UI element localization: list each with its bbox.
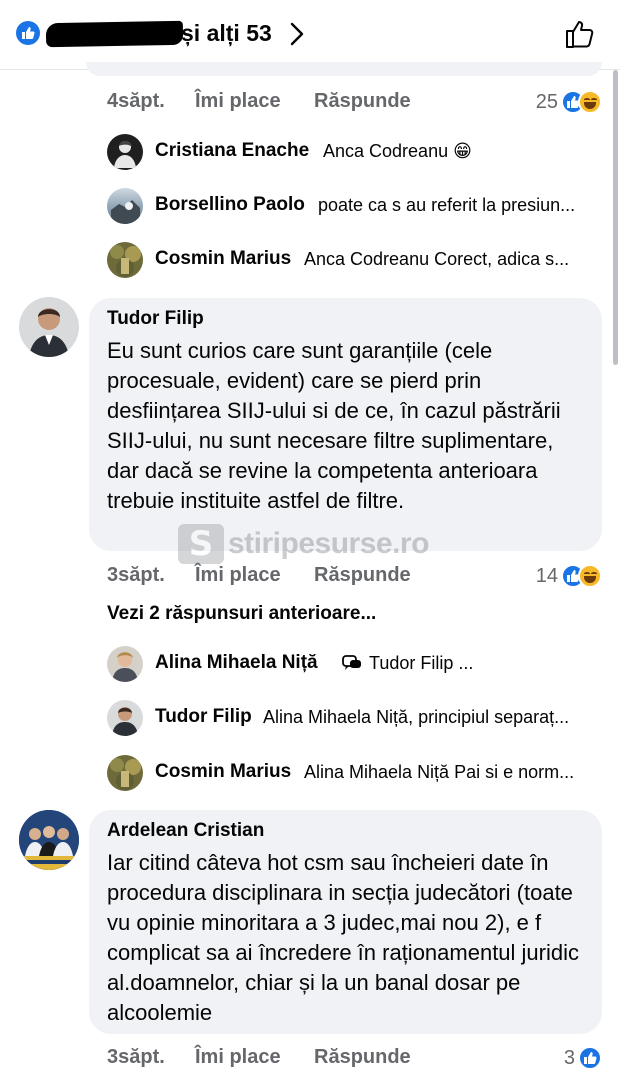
reply-text: poate ca s au referit la presiun... — [318, 195, 576, 215]
avatar[interactable] — [19, 810, 79, 870]
reply-text: Anca Codreanu Corect, adica s... — [304, 249, 570, 269]
reactors-summary[interactable]: și alți 53 — [181, 20, 272, 47]
previous-comment-bubble — [86, 62, 602, 76]
reply-item[interactable]: Cosmin Marius Alina Mihaela Niță Pai si … — [107, 755, 602, 791]
comment-actions: 3săpt. Îmi place Răspunde 14 — [107, 564, 602, 592]
timestamp: 4săpt. — [107, 90, 165, 112]
timestamp: 3săpt. — [107, 1046, 165, 1068]
reaction-count[interactable]: 14 — [536, 563, 602, 589]
reply-button[interactable]: Răspunde — [314, 564, 411, 587]
reply-item[interactable]: Cosmin Marius Anca Codreanu Corect, adic… — [107, 242, 602, 278]
comment-author[interactable]: Tudor Filip — [107, 308, 584, 330]
reply-author[interactable]: Cosmin Marius — [155, 761, 291, 783]
comment-text: Eu sunt curios care sunt garanțiile (cel… — [107, 338, 561, 513]
like-button[interactable]: Îmi place — [195, 90, 281, 113]
reply-author[interactable]: Borsellino Paolo — [155, 194, 305, 216]
reply-item[interactable]: Tudor Filip Alina Mihaela Niță, principi… — [107, 700, 602, 736]
redacted-name — [45, 20, 184, 48]
avatar — [107, 134, 143, 170]
haha-icon — [578, 564, 602, 588]
like-button[interactable]: Îmi place — [195, 1046, 281, 1069]
reaction-count-value: 25 — [535, 90, 558, 113]
like-icon — [578, 1046, 602, 1070]
reply-author[interactable]: Alina Mihaela Niță — [155, 652, 318, 674]
reply-item[interactable]: Borsellino Paolo poate ca s au referit l… — [107, 188, 602, 224]
like-button[interactable]: Îmi place — [195, 564, 281, 587]
reply-author[interactable]: Cosmin Marius — [155, 248, 291, 270]
watermark-text: stiripesurse.ro — [228, 527, 429, 560]
reply-item[interactable]: Cristiana Enache Anca Codreanu 😁 — [107, 134, 602, 170]
reply-text: Anca Codreanu 😁 — [323, 141, 472, 161]
reply-item[interactable]: Alina Mihaela Niță Tudor Filip ... — [107, 646, 602, 682]
reaction-count-value: 3 — [563, 1046, 575, 1069]
avatar — [107, 188, 143, 224]
reply-text: Alina Mihaela Niță Pai si e norm... — [304, 762, 575, 782]
thumbs-up-outline-icon[interactable] — [564, 18, 596, 55]
timestamp: 3săpt. — [107, 564, 165, 586]
avatar — [107, 242, 143, 278]
scrollbar[interactable] — [613, 70, 618, 365]
comment-bubble: Ardelean Cristian Iar citind câteva hot … — [89, 810, 602, 1034]
watermark-logo: S — [178, 524, 224, 564]
watermark: S stiripesurse.ro — [178, 522, 429, 566]
reaction-count-value: 14 — [535, 564, 558, 587]
reactions-header[interactable]: și alți 53 — [0, 0, 620, 70]
avatar — [107, 755, 143, 791]
comment-actions: 3săpt. Îmi place Răspunde 3 — [107, 1046, 602, 1074]
haha-icon — [578, 90, 602, 114]
reply-button[interactable]: Răspunde — [314, 1046, 411, 1069]
comment-actions: 4săpt. Îmi place Răspunde 25 — [107, 90, 602, 118]
like-reaction-icon — [16, 21, 40, 45]
reaction-count[interactable]: 3 — [564, 1045, 602, 1071]
comment-text: Iar citind câteva hot csm sau încheieri … — [107, 850, 580, 1025]
reply-text: Tudor Filip ... — [369, 653, 474, 673]
chevron-right-icon[interactable] — [288, 21, 306, 52]
avatar — [107, 700, 143, 736]
reply-author[interactable]: Cristiana Enache — [155, 140, 309, 162]
reply-button[interactable]: Răspunde — [314, 90, 411, 113]
comment-bubble: Tudor Filip Eu sunt curios care sunt gar… — [89, 298, 602, 551]
avatar[interactable] — [19, 297, 79, 357]
reply-author[interactable]: Tudor Filip — [155, 706, 252, 728]
reaction-count[interactable]: 25 — [536, 89, 602, 115]
see-previous-replies-link[interactable]: Vezi 2 răspunsuri anterioare... — [107, 603, 376, 625]
comment-bubble-icon — [341, 654, 363, 679]
comment-author[interactable]: Ardelean Cristian — [107, 820, 584, 842]
reply-text: Alina Mihaela Niță, principiul separaț..… — [263, 707, 570, 727]
avatar — [107, 646, 143, 682]
